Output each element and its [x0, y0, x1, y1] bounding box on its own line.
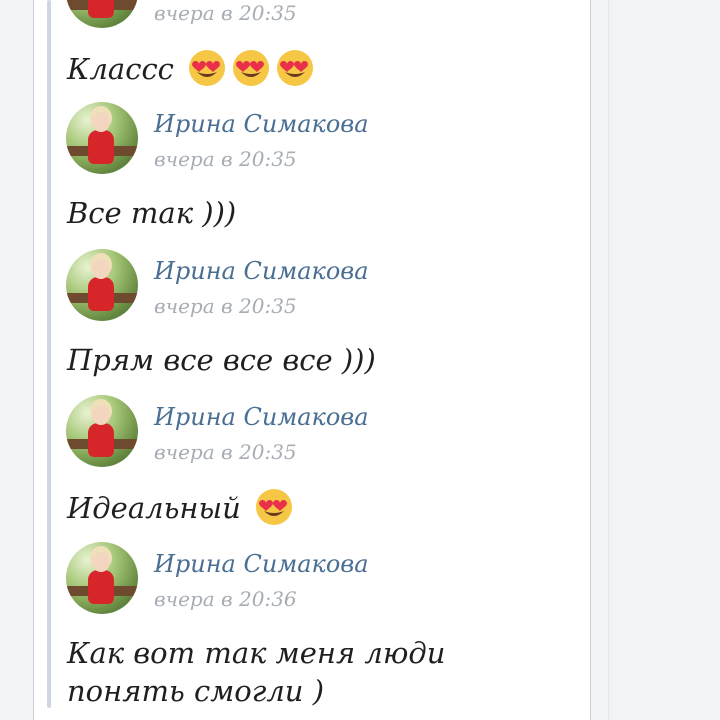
- message-text: Идеальный: [67, 487, 567, 527]
- message-timestamp: вчера в 20:35: [154, 1, 297, 25]
- message-header: Ирина Симакова вчера в 20:36: [66, 542, 586, 614]
- heart-eyes-emoji-icon: [233, 50, 270, 86]
- message-header: Ирина Симакова вчера в 20:35: [66, 249, 586, 321]
- heart-eyes-emoji-icon: [256, 489, 292, 525]
- message-header: Ирина Симакова вчера в 20:35: [66, 102, 586, 174]
- avatar[interactable]: [66, 102, 138, 174]
- message-text: Прям все все все ))): [67, 343, 376, 377]
- right-gutter: [590, 0, 720, 720]
- avatar[interactable]: [66, 0, 138, 28]
- left-gutter: [0, 0, 33, 720]
- message-text: Классс: [67, 48, 567, 88]
- forwarded-messages-panel: вчера в 20:35 Классс Ирина Симакова вчер…: [33, 0, 591, 720]
- avatar[interactable]: [66, 542, 138, 614]
- author-name-link[interactable]: Ирина Симакова: [154, 403, 369, 431]
- heart-eyes-emoji-icon: [277, 50, 314, 86]
- message-timestamp: вчера в 20:35: [154, 294, 297, 318]
- avatar[interactable]: [66, 249, 138, 321]
- message-timestamp: вчера в 20:35: [154, 440, 297, 464]
- message-header: Ирина Симакова вчера в 20:35: [66, 395, 586, 467]
- message-timestamp: вчера в 20:36: [154, 587, 297, 611]
- message-body: Идеальный: [67, 491, 241, 525]
- message-timestamp: вчера в 20:35: [154, 147, 297, 171]
- message-text: Все так ))): [67, 196, 237, 230]
- heart-eyes-emoji-icon: [189, 50, 226, 86]
- message-text: Как вот так меня люди понять смогли ): [67, 636, 446, 708]
- message-body: Классс: [67, 52, 174, 86]
- forwarded-quote-bar: [47, 0, 51, 708]
- author-name-link[interactable]: Ирина Симакова: [154, 257, 369, 285]
- author-name-link[interactable]: Ирина Симакова: [154, 110, 369, 138]
- avatar[interactable]: [66, 395, 138, 467]
- message-header: вчера в 20:35: [66, 0, 586, 28]
- author-name-link[interactable]: Ирина Симакова: [154, 550, 369, 578]
